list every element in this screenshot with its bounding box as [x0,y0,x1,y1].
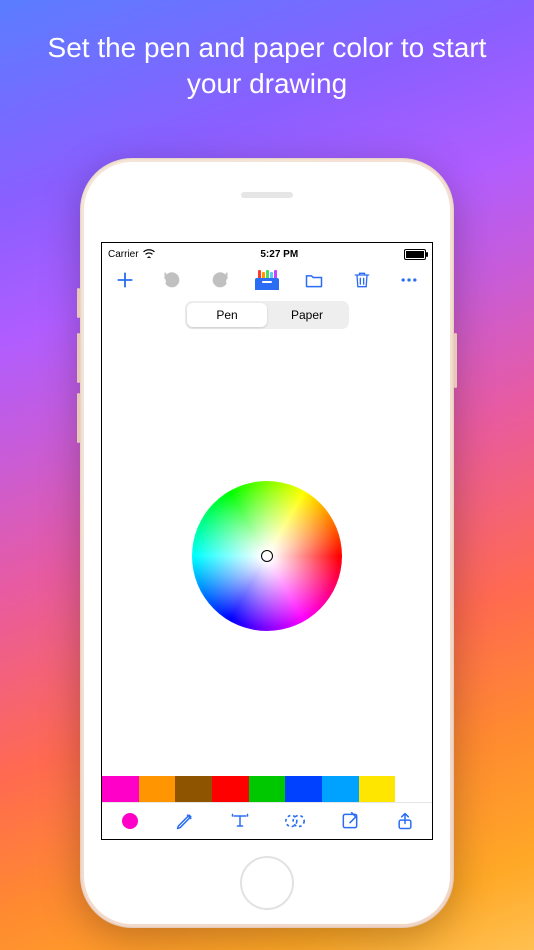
status-bar: Carrier 5:27 PM [102,243,432,263]
palette-swatch-5[interactable] [285,776,322,802]
redo-button[interactable] [205,266,235,294]
palette-swatch-4[interactable] [249,776,286,802]
clock-label: 5:27 PM [260,249,298,260]
carrier-label: Carrier [108,249,139,260]
bottom-toolbar [102,802,432,839]
palette-swatch-8[interactable] [395,776,432,802]
palette-swatch-7[interactable] [359,776,396,802]
share-button[interactable] [385,806,425,836]
phone-mute-switch [77,288,80,318]
palette-swatch-3[interactable] [212,776,249,802]
promo-background: Set the pen and paper color to start you… [0,0,534,950]
promo-caption: Set the pen and paper color to start you… [0,30,534,103]
wifi-icon [143,248,155,261]
more-button[interactable] [394,266,424,294]
color-wheel[interactable] [192,481,342,631]
battery-icon [404,249,426,260]
color-cursor[interactable] [261,550,273,562]
add-button[interactable] [110,266,140,294]
current-color-icon [122,813,138,829]
segment-paper[interactable]: Paper [267,303,347,327]
color-tool[interactable] [110,806,150,836]
phone-home-button[interactable] [240,856,294,910]
pen-paper-segmented[interactable]: Pen Paper [185,301,349,329]
palette-swatch-0[interactable] [102,776,139,802]
undo-button[interactable] [157,266,187,294]
trash-button[interactable] [347,266,377,294]
palette-swatch-6[interactable] [322,776,359,802]
segmented-wrap: Pen Paper [102,297,432,335]
top-toolbar [102,263,432,297]
text-tool[interactable] [220,806,260,836]
note-tool[interactable] [330,806,370,836]
lasso-tool[interactable] [275,806,315,836]
folder-button[interactable] [299,266,329,294]
app-screen: Carrier 5:27 PM [101,242,433,840]
gallery-button[interactable] [252,266,282,294]
color-palette [102,776,432,802]
phone-speaker [241,192,293,198]
phone-frame: Carrier 5:27 PM [80,158,454,928]
segment-pen[interactable]: Pen [187,303,267,327]
palette-swatch-2[interactable] [175,776,212,802]
phone-power-button [454,333,457,388]
palette-swatch-1[interactable] [139,776,176,802]
phone-volume-up [77,333,80,383]
phone-body: Carrier 5:27 PM [84,162,450,924]
color-canvas[interactable] [102,335,432,776]
phone-volume-down [77,393,80,443]
pencil-tool[interactable] [165,806,205,836]
pencils-icon [255,270,279,290]
